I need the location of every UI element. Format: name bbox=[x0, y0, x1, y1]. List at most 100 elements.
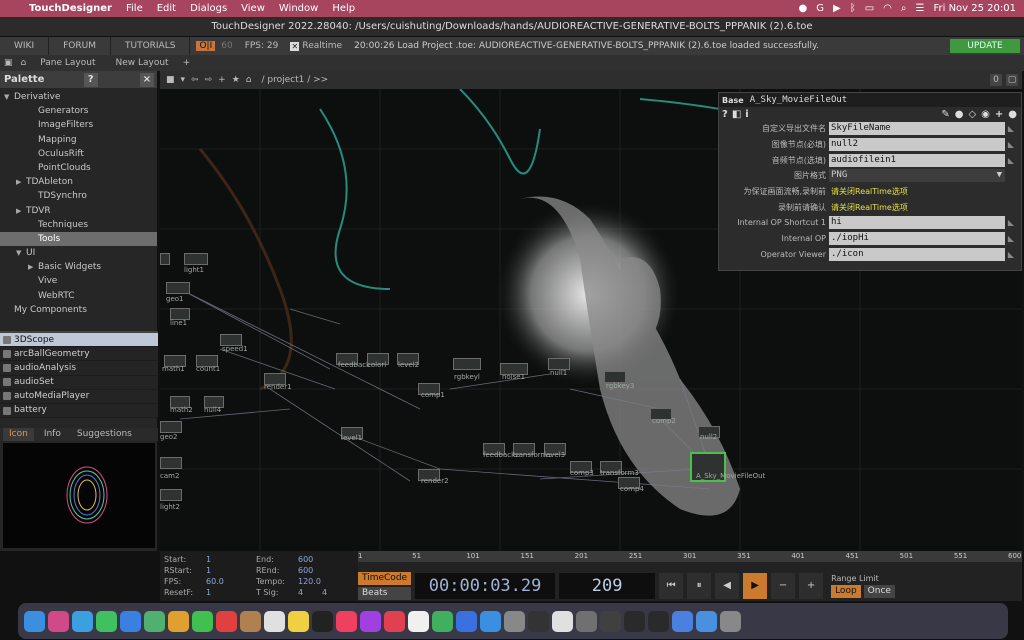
node-geo1[interactable] bbox=[166, 282, 190, 294]
dock-app-messages[interactable] bbox=[96, 610, 117, 632]
close-icon[interactable]: × bbox=[140, 72, 154, 87]
zero-icon[interactable]: 0 bbox=[990, 74, 1002, 86]
parent-icon[interactable]: ▾ bbox=[181, 75, 186, 85]
dock-app-preview[interactable] bbox=[672, 610, 693, 632]
beats-button[interactable]: Beats bbox=[358, 587, 412, 600]
once-button[interactable]: Once bbox=[863, 585, 895, 598]
new-layout-button[interactable]: New Layout bbox=[109, 58, 174, 68]
palette-tree-item[interactable]: ▼ Derivative bbox=[0, 90, 157, 104]
dock-app-keynote[interactable] bbox=[456, 610, 477, 632]
tab-info[interactable]: Info bbox=[38, 428, 67, 441]
palette-tree-item[interactable]: OculusRift bbox=[0, 147, 157, 161]
node-geo2[interactable] bbox=[160, 421, 182, 433]
home-icon[interactable]: ⌂ bbox=[246, 75, 252, 85]
pause-icon[interactable]: ⏸ bbox=[687, 573, 712, 599]
component-list-item[interactable]: battery bbox=[0, 404, 158, 419]
fps-target[interactable]: 60 bbox=[215, 41, 238, 51]
param-drag-icon[interactable]: ◣ bbox=[1005, 234, 1017, 243]
param-drag-icon[interactable]: ◣ bbox=[1005, 124, 1017, 133]
palette-tree-item[interactable]: Generators bbox=[0, 104, 157, 118]
node-light2[interactable] bbox=[160, 489, 182, 501]
comment-icon[interactable]: ● bbox=[955, 109, 964, 120]
collapse-right-icon[interactable]: ▶ bbox=[16, 204, 26, 218]
tsig-b-value[interactable]: 4 bbox=[322, 588, 327, 597]
palette-tree-item[interactable]: ▼ UI bbox=[0, 246, 157, 260]
timecode-display[interactable]: 00:00:03.29 bbox=[415, 573, 556, 599]
dot-icon[interactable]: ● bbox=[1008, 109, 1017, 120]
dock-app-calendar[interactable] bbox=[216, 610, 237, 632]
node-light1[interactable] bbox=[184, 253, 208, 265]
param-field[interactable]: audiofilein1 bbox=[829, 153, 1005, 167]
param-field[interactable]: ./icon bbox=[829, 247, 1005, 261]
home-icon[interactable]: ⌂ bbox=[21, 58, 27, 68]
param-drag-icon[interactable]: ◣ bbox=[1005, 218, 1017, 227]
param-field[interactable]: null2 bbox=[829, 138, 1005, 152]
component-list-item[interactable]: audioSet bbox=[0, 376, 158, 390]
menu-edit[interactable]: Edit bbox=[150, 3, 183, 14]
tab-suggestions[interactable]: Suggestions bbox=[71, 428, 138, 441]
frame-display[interactable]: 209 bbox=[559, 573, 656, 599]
add-icon[interactable]: + bbox=[218, 75, 226, 85]
dock-app-facetime[interactable] bbox=[192, 610, 213, 632]
param-menu[interactable]: PNG ▼ bbox=[829, 169, 1005, 183]
battery-icon[interactable]: ▭ bbox=[865, 3, 874, 14]
back-icon[interactable]: ⇦ bbox=[191, 75, 199, 85]
expand-icon[interactable]: ▢ bbox=[1006, 74, 1018, 86]
dock-app-podcasts[interactable] bbox=[360, 610, 381, 632]
search-icon[interactable]: ⌕ bbox=[901, 3, 907, 14]
param-drag-icon[interactable]: ◣ bbox=[1005, 156, 1017, 165]
start-value[interactable]: 1 bbox=[206, 555, 211, 564]
dock-app-maps[interactable] bbox=[144, 610, 165, 632]
component-list-item[interactable]: audioAnalysis bbox=[0, 361, 158, 376]
palette-tree-item[interactable]: Vive bbox=[0, 274, 157, 288]
param-field[interactable]: SkyFileName bbox=[829, 122, 1005, 136]
clone-icon[interactable]: ◇ bbox=[968, 109, 976, 120]
help-icon[interactable]: ? bbox=[722, 109, 728, 120]
tab-icon[interactable]: Icon bbox=[3, 428, 34, 441]
param-field[interactable]: hi bbox=[829, 216, 1005, 230]
control-center-icon[interactable]: ☰ bbox=[916, 3, 925, 14]
palette-tree-item[interactable]: PointClouds bbox=[0, 161, 157, 175]
resetf-value[interactable]: 1 bbox=[206, 588, 211, 597]
tab-forum[interactable]: FORUM bbox=[49, 37, 111, 55]
palette-tree-item[interactable]: ▶ TDVR bbox=[0, 204, 157, 218]
dock-app-finder[interactable] bbox=[24, 610, 45, 632]
dock-app-downloads[interactable] bbox=[696, 610, 717, 632]
step-forward-icon[interactable]: + bbox=[799, 573, 824, 599]
step-back-icon[interactable]: − bbox=[771, 573, 796, 599]
node-light-partial[interactable] bbox=[160, 253, 170, 265]
info-icon[interactable]: i bbox=[745, 109, 748, 120]
palette-tree-item[interactable]: TDSynchro bbox=[0, 189, 157, 203]
add-pane-icon[interactable]: + bbox=[183, 58, 191, 68]
palette-tree-item[interactable]: Tools bbox=[0, 231, 157, 247]
forward-icon[interactable]: ⇨ bbox=[205, 75, 213, 85]
dock-app-touchdesigner-2[interactable] bbox=[648, 610, 669, 632]
param-drag-icon[interactable]: ◣ bbox=[1005, 250, 1017, 259]
menu-file[interactable]: File bbox=[119, 3, 150, 14]
pane-layout-button[interactable]: Pane Layout bbox=[34, 58, 101, 68]
collapse-right-icon[interactable]: ▶ bbox=[28, 260, 38, 274]
dock-app-screenshots[interactable] bbox=[576, 610, 597, 632]
menu-window[interactable]: Window bbox=[272, 3, 325, 14]
update-button[interactable]: UPDATE bbox=[950, 39, 1020, 53]
help-icon[interactable]: ? bbox=[83, 72, 98, 87]
bookmark-icon[interactable]: ★ bbox=[232, 75, 240, 85]
dock-app-safari[interactable] bbox=[72, 610, 93, 632]
dock-app-news[interactable] bbox=[384, 610, 405, 632]
python-icon[interactable]: ◧ bbox=[732, 109, 741, 120]
google-icon[interactable]: G bbox=[816, 3, 824, 14]
dock-app-apple-tv[interactable] bbox=[312, 610, 333, 632]
dock-app-notes[interactable] bbox=[288, 610, 309, 632]
menu-view[interactable]: View bbox=[234, 3, 272, 14]
param-field[interactable]: ./iopHi bbox=[829, 232, 1005, 246]
dock-app-mail[interactable] bbox=[120, 610, 141, 632]
dock-app-reminders[interactable] bbox=[264, 610, 285, 632]
realtime-toggle[interactable]: ✕ Realtime bbox=[284, 41, 348, 51]
palette-tree-item[interactable]: Techniques bbox=[0, 218, 157, 232]
network-path[interactable]: / project1 / >> bbox=[261, 75, 328, 85]
palette-tree-item[interactable]: ▶ TDAbleton bbox=[0, 175, 157, 189]
fps-value[interactable]: 60.0 bbox=[206, 577, 224, 586]
dock-app-numbers[interactable] bbox=[432, 610, 453, 632]
wechat-icon[interactable]: ● bbox=[799, 3, 808, 14]
dock-app-quicktime[interactable] bbox=[600, 610, 621, 632]
